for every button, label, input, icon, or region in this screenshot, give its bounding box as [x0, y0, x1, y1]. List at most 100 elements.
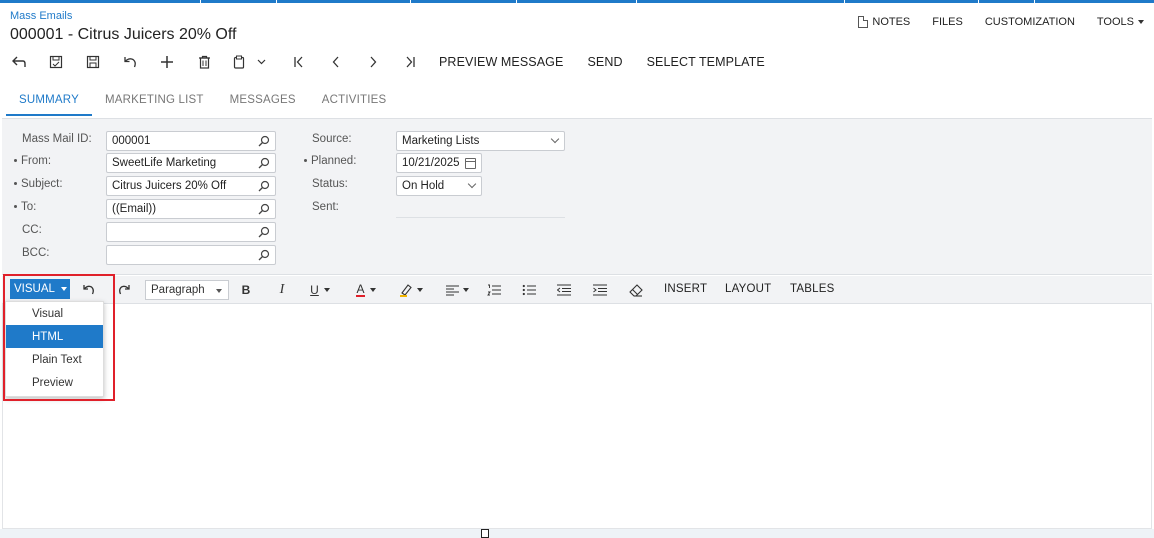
- document-icon: [858, 16, 869, 28]
- previous-record-icon[interactable]: [323, 50, 349, 74]
- tools-button[interactable]: TOOLS: [1097, 16, 1144, 28]
- layout-menu[interactable]: LAYOUT: [725, 283, 771, 295]
- tables-menu[interactable]: TABLES: [790, 283, 834, 295]
- clipboard-icon[interactable]: [228, 50, 250, 74]
- editor-mode-menu: Visual HTML Plain Text Preview: [5, 301, 104, 397]
- customization-label: CUSTOMIZATION: [984, 16, 1075, 28]
- align-button[interactable]: [442, 280, 472, 300]
- tools-label: TOOLS: [1096, 16, 1134, 28]
- ordered-list-icon[interactable]: [486, 280, 502, 300]
- highlighter-icon: [400, 284, 412, 297]
- main-toolbar: PREVIEW MESSAGE SEND SELECT TEMPLATE: [6, 50, 789, 74]
- status-label: Status:: [312, 178, 348, 190]
- resize-handle[interactable]: [481, 529, 489, 538]
- tab-summary[interactable]: SUMMARY: [6, 88, 92, 116]
- underline-button[interactable]: U: [307, 280, 333, 300]
- required-dot-icon: [14, 159, 17, 163]
- add-icon[interactable]: [154, 50, 180, 74]
- cc-label: CC:: [22, 224, 42, 236]
- editor-mode-button[interactable]: VISUAL: [10, 279, 70, 299]
- outdent-icon[interactable]: [556, 280, 572, 300]
- chevron-down-icon[interactable]: [252, 50, 270, 74]
- from-field[interactable]: SweetLife Marketing: [106, 153, 276, 173]
- editor-content-area[interactable]: [2, 304, 1152, 529]
- to-value: ((Email)): [112, 203, 157, 215]
- search-icon[interactable]: [258, 203, 270, 215]
- files-label: FILES: [932, 16, 963, 28]
- save-icon[interactable]: [80, 50, 106, 74]
- editor-mode-label: VISUAL: [14, 283, 55, 295]
- send-button[interactable]: SEND: [587, 55, 622, 69]
- caret-down-icon: [216, 289, 222, 293]
- mass-mail-id-value: 000001: [112, 135, 151, 147]
- font-color-button[interactable]: A: [352, 280, 380, 300]
- preview-message-button[interactable]: PREVIEW MESSAGE: [439, 55, 563, 69]
- source-select[interactable]: Marketing Lists: [396, 131, 565, 151]
- redo-icon[interactable]: [115, 280, 133, 300]
- menu-item-visual[interactable]: Visual: [6, 302, 103, 325]
- insert-menu[interactable]: INSERT: [664, 283, 707, 295]
- to-field[interactable]: ((Email)): [106, 199, 276, 219]
- page-title: 000001 - Citrus Juicers 20% Off: [10, 26, 237, 43]
- tab-messages[interactable]: MESSAGES: [217, 88, 309, 116]
- planned-label-text: Planned:: [311, 155, 357, 167]
- search-icon[interactable]: [258, 135, 270, 147]
- calendar-icon[interactable]: [465, 158, 476, 169]
- menu-item-html[interactable]: HTML: [6, 325, 103, 348]
- back-arrow-icon[interactable]: [6, 50, 32, 74]
- caret-down-icon: [417, 288, 423, 292]
- subject-value: Citrus Juicers 20% Off: [112, 180, 227, 192]
- status-value: On Hold: [402, 180, 445, 192]
- notes-button[interactable]: NOTES: [858, 16, 910, 28]
- search-icon[interactable]: [258, 180, 270, 192]
- caret-down-icon: [462, 288, 469, 292]
- undo-icon[interactable]: [80, 280, 98, 300]
- subject-label-text: Subject:: [21, 178, 63, 190]
- cc-field[interactable]: [106, 222, 276, 242]
- to-label-text: To:: [21, 201, 37, 213]
- breadcrumb[interactable]: Mass Emails: [10, 10, 72, 22]
- sent-value-underline: [396, 217, 565, 218]
- files-button[interactable]: FILES: [932, 16, 963, 28]
- subject-label: Subject:: [14, 178, 63, 190]
- customization-button[interactable]: CUSTOMIZATION: [985, 16, 1075, 28]
- menu-item-preview[interactable]: Preview: [6, 371, 103, 394]
- bcc-field[interactable]: [106, 245, 276, 265]
- indent-icon[interactable]: [592, 280, 608, 300]
- search-icon[interactable]: [258, 157, 270, 169]
- font-color-label: A: [356, 281, 365, 297]
- next-record-icon[interactable]: [360, 50, 386, 74]
- italic-button[interactable]: I: [275, 280, 289, 300]
- status-select[interactable]: On Hold: [396, 176, 482, 196]
- first-record-icon[interactable]: [286, 50, 312, 74]
- align-left-icon: [445, 284, 459, 296]
- notes-label: NOTES: [872, 16, 911, 28]
- paragraph-style-select[interactable]: Paragraph: [145, 280, 229, 300]
- save-and-close-icon[interactable]: [43, 50, 69, 74]
- search-icon[interactable]: [258, 249, 270, 261]
- highlight-color-button[interactable]: [396, 280, 426, 300]
- tab-marketing-list[interactable]: MARKETING LIST: [92, 88, 217, 116]
- tab-activities[interactable]: ACTIVITIES: [309, 88, 400, 116]
- mass-mail-id-field[interactable]: 000001: [106, 131, 276, 151]
- undo-icon[interactable]: [117, 50, 143, 74]
- planned-date-field[interactable]: 10/21/2025: [396, 153, 482, 173]
- tab-bar: SUMMARY MARKETING LIST MESSAGES ACTIVITI…: [6, 88, 399, 116]
- subject-field[interactable]: Citrus Juicers 20% Off: [106, 176, 276, 196]
- unordered-list-icon[interactable]: [521, 280, 537, 300]
- menu-item-plain-text[interactable]: Plain Text: [6, 348, 103, 371]
- delete-icon[interactable]: [191, 50, 217, 74]
- mass-mail-id-label: Mass Mail ID:: [22, 133, 92, 145]
- required-dot-icon: [304, 159, 307, 163]
- sent-label: Sent:: [312, 201, 339, 213]
- last-record-icon[interactable]: [397, 50, 423, 74]
- from-value: SweetLife Marketing: [112, 157, 217, 169]
- clear-format-icon[interactable]: [628, 280, 644, 300]
- select-template-button[interactable]: SELECT TEMPLATE: [647, 55, 765, 69]
- bold-button[interactable]: B: [239, 280, 253, 300]
- bottom-strip: [0, 529, 1154, 538]
- top-accent-bar: [0, 0, 1154, 3]
- search-icon[interactable]: [258, 226, 270, 238]
- required-dot-icon: [14, 182, 17, 186]
- caret-down-icon: [60, 287, 67, 291]
